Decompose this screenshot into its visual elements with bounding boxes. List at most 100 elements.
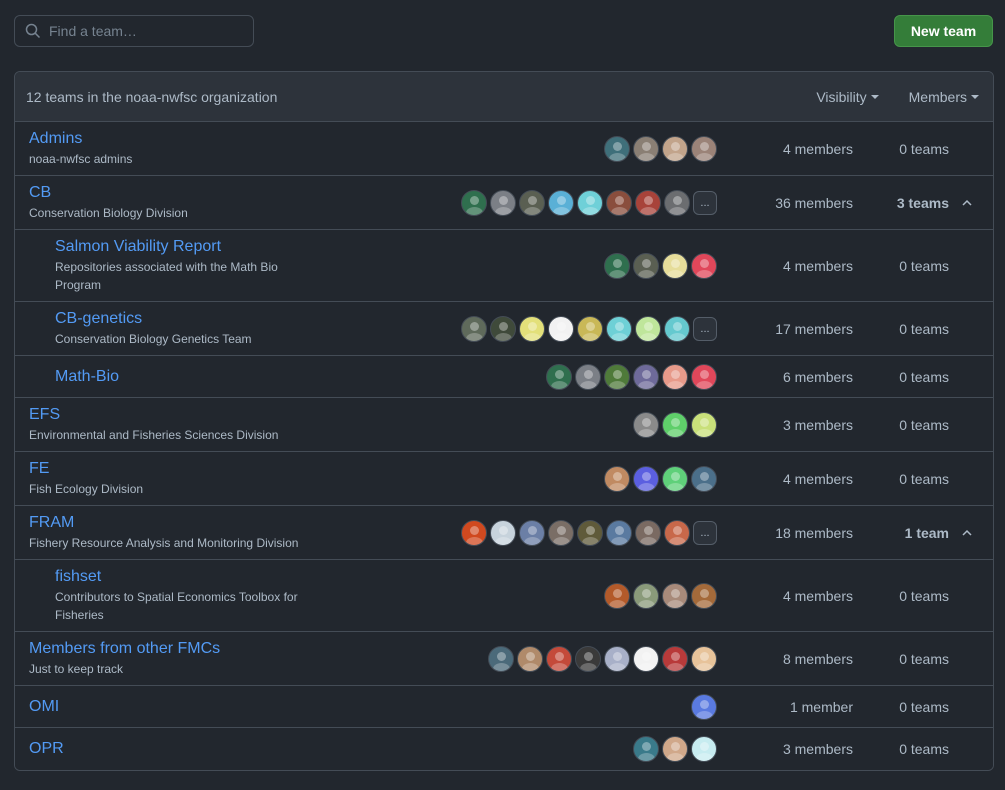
avatar[interactable] (633, 135, 659, 162)
avatar[interactable] (604, 582, 630, 609)
avatar[interactable] (519, 519, 545, 546)
avatar[interactable] (633, 411, 659, 438)
more-members-button[interactable]: ... (693, 316, 717, 341)
avatar[interactable] (546, 363, 572, 390)
avatar[interactable] (577, 189, 603, 216)
avatar[interactable] (519, 189, 545, 216)
avatar[interactable] (633, 736, 659, 762)
avatar[interactable] (606, 315, 632, 342)
member-count-link[interactable]: 4 members (783, 560, 853, 631)
avatar[interactable] (635, 315, 661, 342)
avatar[interactable] (604, 363, 630, 390)
members-filter[interactable]: Members (909, 89, 979, 105)
more-members-button[interactable]: ... (693, 520, 717, 545)
avatar[interactable] (635, 519, 661, 546)
avatar[interactable] (548, 189, 574, 216)
team-name-link[interactable]: fishset (55, 567, 325, 587)
team-name-link[interactable]: FRAM (29, 513, 299, 533)
avatar[interactable] (662, 465, 688, 492)
avatar[interactable] (604, 135, 630, 162)
avatar[interactable] (691, 736, 717, 762)
avatar[interactable] (691, 363, 717, 390)
child-teams-count: 0 teams (899, 320, 949, 337)
avatar[interactable] (575, 363, 601, 390)
avatar[interactable] (691, 252, 717, 279)
search-input[interactable] (49, 23, 239, 39)
child-teams-count[interactable]: 1 team (905, 506, 949, 559)
avatar[interactable] (662, 363, 688, 390)
avatar[interactable] (662, 582, 688, 609)
avatar[interactable] (662, 645, 688, 672)
member-count-link[interactable]: 4 members (783, 122, 853, 175)
avatar[interactable] (546, 645, 572, 672)
avatar[interactable] (606, 519, 632, 546)
team-name-link[interactable]: CB-genetics (55, 309, 325, 329)
avatar[interactable] (490, 315, 516, 342)
member-count-link[interactable]: 8 members (783, 632, 853, 685)
avatar[interactable] (604, 645, 630, 672)
avatar[interactable] (633, 465, 659, 492)
team-name-link[interactable]: Members from other FMCs (29, 639, 299, 659)
member-count-link[interactable]: 36 members (775, 176, 853, 229)
avatar[interactable] (604, 252, 630, 279)
avatar[interactable] (691, 645, 717, 672)
avatar[interactable] (664, 189, 690, 216)
visibility-filter[interactable]: Visibility (816, 89, 879, 105)
avatar[interactable] (662, 135, 688, 162)
member-count-link[interactable]: 18 members (775, 506, 853, 559)
avatar[interactable] (633, 582, 659, 609)
avatar[interactable] (691, 693, 717, 720)
avatar[interactable] (575, 645, 601, 672)
new-team-button[interactable]: New team (894, 15, 993, 47)
avatar[interactable] (604, 465, 630, 492)
member-count-link[interactable]: 3 members (783, 398, 853, 451)
avatar[interactable] (488, 645, 514, 672)
avatar[interactable] (577, 315, 603, 342)
team-name-link[interactable]: Admins (29, 129, 299, 149)
avatar[interactable] (664, 519, 690, 546)
avatar[interactable] (691, 582, 717, 609)
avatar[interactable] (662, 411, 688, 438)
team-name-link[interactable]: CB (29, 183, 299, 203)
avatar[interactable] (633, 645, 659, 672)
team-name-link[interactable]: FE (29, 459, 299, 479)
chevron-up-icon[interactable] (961, 506, 973, 559)
avatar[interactable] (664, 315, 690, 342)
team-name-link[interactable]: Salmon Viability Report (55, 237, 325, 257)
avatar[interactable] (691, 411, 717, 438)
team-name-link[interactable]: EFS (29, 405, 299, 425)
child-teams-count[interactable]: 3 teams (897, 176, 949, 229)
member-count-link[interactable]: 4 members (783, 452, 853, 505)
more-members-button[interactable]: ... (693, 190, 717, 215)
team-name-link[interactable]: Math-Bio (55, 367, 325, 387)
avatar[interactable] (490, 189, 516, 216)
member-count-link[interactable]: 1 member (790, 686, 853, 727)
avatar[interactable] (662, 252, 688, 279)
avatar[interactable] (490, 519, 516, 546)
avatar[interactable] (461, 189, 487, 216)
avatar[interactable] (633, 363, 659, 390)
avatar[interactable] (662, 736, 688, 762)
child-teams-count: 0 teams (899, 650, 949, 667)
avatar[interactable] (519, 315, 545, 342)
avatar[interactable] (577, 519, 603, 546)
avatar[interactable] (517, 645, 543, 672)
avatar[interactable] (461, 519, 487, 546)
search-box[interactable] (14, 15, 254, 47)
member-count-link[interactable]: 4 members (783, 230, 853, 301)
avatar[interactable] (548, 519, 574, 546)
member-count-link[interactable]: 3 members (783, 728, 853, 770)
chevron-up-icon[interactable] (961, 176, 973, 229)
avatar[interactable] (606, 189, 632, 216)
avatar[interactable] (691, 465, 717, 492)
avatar[interactable] (633, 252, 659, 279)
avatar[interactable] (635, 189, 661, 216)
team-name-link[interactable]: OPR (29, 739, 299, 759)
avatar[interactable] (691, 135, 717, 162)
member-count-link[interactable]: 6 members (783, 356, 853, 397)
avatar[interactable] (461, 315, 487, 342)
avatar[interactable] (548, 315, 574, 342)
team-name-link[interactable]: OMI (29, 697, 299, 717)
member-count-link[interactable]: 17 members (775, 302, 853, 355)
team-description: Conservation Biology Division (29, 206, 188, 220)
